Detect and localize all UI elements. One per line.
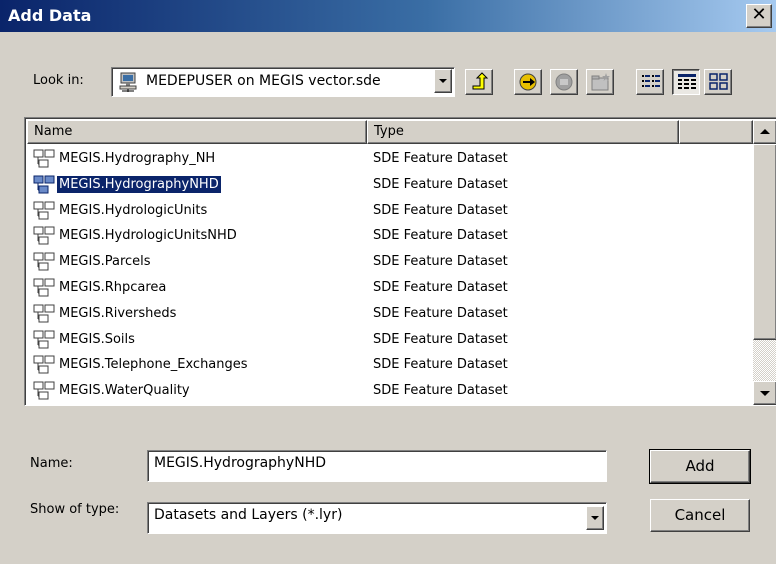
vertical-scrollbar[interactable] bbox=[753, 120, 776, 405]
name-input[interactable]: MEGIS.HydrographyNHD bbox=[147, 450, 607, 482]
list-item-type: SDE Feature Dataset bbox=[373, 254, 508, 270]
up-one-level-button[interactable] bbox=[465, 69, 493, 95]
list-item[interactable]: MEGIS.Telephone_Exchanges SDE Feature Dat… bbox=[27, 352, 757, 378]
list-item[interactable]: MEGIS.HydrographyNHD SDE Feature Dataset bbox=[27, 172, 757, 198]
list-item[interactable]: MEGIS.HydrologicUnitsNHD SDE Feature Data… bbox=[27, 223, 757, 249]
scroll-down-button[interactable] bbox=[753, 381, 776, 405]
list-item[interactable]: MEGIS.Soils SDE Feature Dataset bbox=[27, 327, 757, 353]
list-view-icon bbox=[642, 75, 660, 87]
list-item[interactable]: MEGIS.WaterQuality SDE Feature Dataset bbox=[27, 378, 757, 404]
feature-dataset-icon bbox=[33, 330, 55, 349]
disconnect-icon bbox=[555, 73, 573, 91]
list-item[interactable]: MEGIS.HydrologicUnits SDE Feature Dataset bbox=[27, 198, 757, 224]
add-button[interactable]: Add bbox=[649, 449, 751, 484]
feature-dataset-icon bbox=[33, 355, 55, 374]
feature-dataset-icon bbox=[33, 175, 55, 194]
list-view-button[interactable] bbox=[636, 69, 664, 95]
list-item-name: MEGIS.HydrologicUnitsNHD bbox=[59, 228, 237, 244]
list-item[interactable]: MEGIS.Parcels SDE Feature Dataset bbox=[27, 249, 757, 275]
feature-dataset-icon bbox=[33, 304, 55, 323]
look-in-label: Look in: bbox=[33, 73, 84, 88]
list-item-type: SDE Feature Dataset bbox=[373, 202, 508, 218]
list-item-type: SDE Feature Dataset bbox=[373, 176, 508, 192]
list-item-name: MEGIS.Riversheds bbox=[59, 305, 177, 321]
cancel-button[interactable]: Cancel bbox=[650, 499, 750, 532]
list-item-name: MEGIS.Parcels bbox=[59, 254, 151, 270]
list-item-name: MEGIS.Soils bbox=[59, 331, 135, 347]
column-header-name[interactable]: Name bbox=[27, 120, 367, 144]
title-bar: Add Data ✕ bbox=[0, 0, 776, 32]
show-of-type-label: Show of type: bbox=[30, 502, 120, 517]
dataset-list[interactable]: Name Type MEGIS.Hydrography_NH SDE Featur… bbox=[24, 117, 776, 406]
list-item-name: MEGIS.WaterQuality bbox=[59, 383, 190, 399]
list-item-type: SDE Feature Dataset bbox=[373, 151, 508, 166]
details-view-icon bbox=[678, 74, 696, 89]
new-folder-icon bbox=[591, 73, 610, 91]
column-header-empty bbox=[679, 120, 753, 144]
list-item[interactable]: MEGIS.Riversheds SDE Feature Dataset bbox=[27, 301, 757, 327]
list-item-type: SDE Feature Dataset bbox=[373, 305, 508, 321]
up-one-level-icon bbox=[472, 72, 489, 90]
list-item-name: MEGIS.Hydrography_NH bbox=[59, 151, 216, 166]
name-label: Name: bbox=[30, 456, 73, 471]
list-item[interactable]: MEGIS.Rhpcarea SDE Feature Dataset bbox=[27, 275, 757, 301]
feature-dataset-icon bbox=[33, 149, 55, 168]
scroll-up-button[interactable] bbox=[753, 120, 776, 144]
feature-dataset-icon bbox=[33, 252, 55, 271]
list-item-name: MEGIS.Telephone_Exchanges bbox=[59, 357, 248, 373]
list-item-name: MEGIS.Rhpcarea bbox=[59, 280, 167, 295]
feature-dataset-icon bbox=[33, 201, 55, 220]
thumbnails-view-button[interactable] bbox=[704, 69, 732, 95]
connect-to-folder-icon bbox=[519, 73, 537, 91]
look-in-combobox[interactable]: MEDEPUSER on MEGIS vector.sde bbox=[111, 67, 455, 97]
close-icon: ✕ bbox=[751, 4, 767, 25]
look-in-value: MEDEPUSER on MEGIS vector.sde bbox=[146, 73, 381, 89]
disconnect-button[interactable] bbox=[550, 69, 578, 95]
list-item-type: SDE Feature Dataset bbox=[373, 331, 508, 347]
connect-to-folder-button[interactable] bbox=[514, 69, 542, 95]
column-header-type[interactable]: Type bbox=[367, 120, 679, 144]
scroll-thumb[interactable] bbox=[753, 144, 776, 340]
list-item-type: SDE Feature Dataset bbox=[373, 228, 508, 244]
list-item-type: SDE Feature Dataset bbox=[373, 357, 508, 373]
window-title: Add Data bbox=[8, 6, 92, 25]
show-of-type-value: Datasets and Layers (*.lyr) bbox=[154, 507, 343, 523]
list-item-type: SDE Feature Dataset bbox=[373, 383, 508, 399]
database-connection-icon bbox=[119, 72, 137, 92]
show-of-type-select[interactable]: Datasets and Layers (*.lyr) bbox=[147, 502, 607, 534]
list-item[interactable]: MEGIS.Hydrography_NH SDE Feature Dataset bbox=[27, 146, 757, 172]
thumbnails-view-icon bbox=[709, 73, 728, 90]
close-button[interactable]: ✕ bbox=[746, 4, 772, 28]
feature-dataset-icon bbox=[33, 278, 55, 297]
feature-dataset-icon bbox=[33, 226, 55, 245]
list-item-name: MEGIS.HydrographyNHD bbox=[56, 174, 222, 194]
list-item-name: MEGIS.HydrologicUnits bbox=[59, 202, 208, 218]
show-of-type-dropdown-button[interactable] bbox=[586, 506, 604, 530]
new-folder-button[interactable] bbox=[586, 69, 614, 95]
details-view-button[interactable] bbox=[672, 69, 700, 95]
feature-dataset-icon bbox=[33, 381, 55, 400]
look-in-dropdown-button[interactable] bbox=[434, 69, 452, 93]
list-item-type: SDE Feature Dataset bbox=[373, 280, 508, 295]
